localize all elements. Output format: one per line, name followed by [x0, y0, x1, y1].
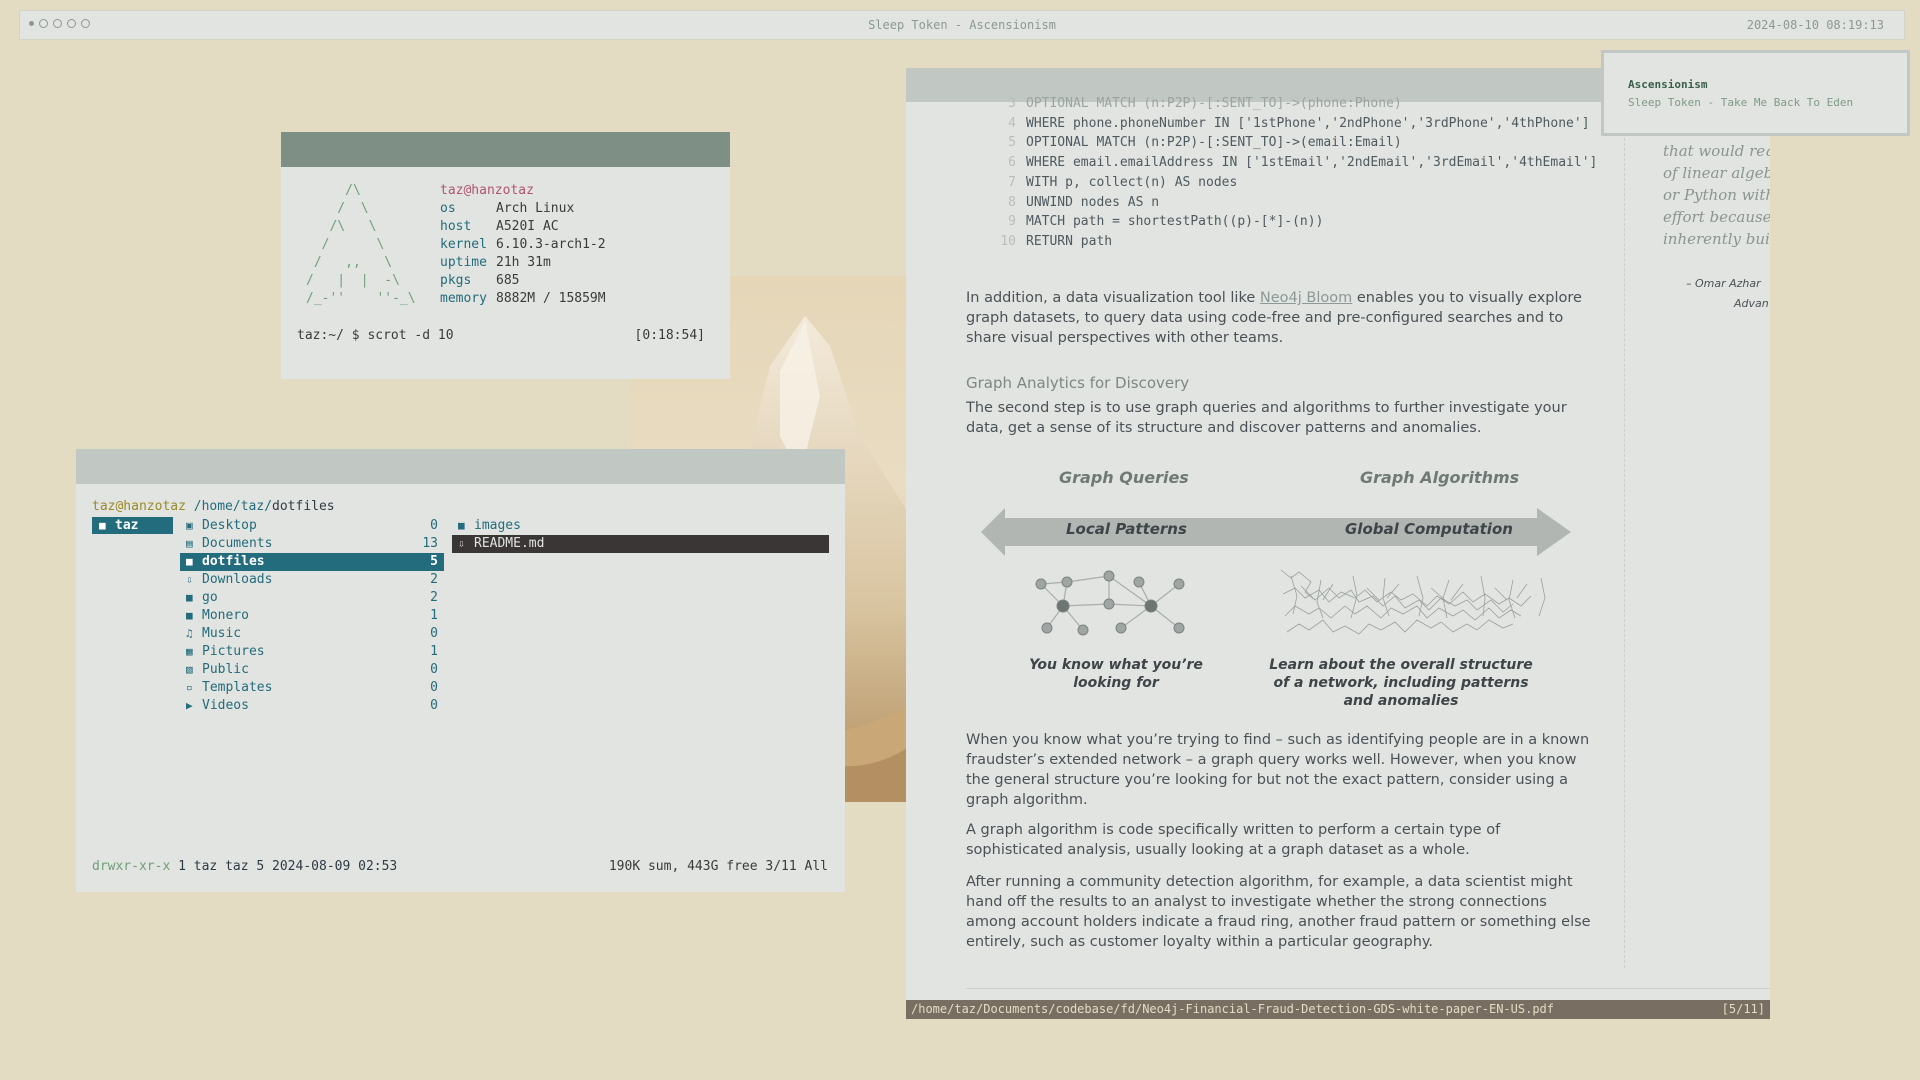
info-row: uptime 21h 31m [440, 255, 551, 270]
paragraph: When you know what you’re trying to find… [966, 732, 1590, 808]
user-host: taz@hanzotaz [440, 183, 534, 198]
notification-body: Sleep Token - Take Me Back To Eden [1628, 96, 1854, 109]
folder-icon: ■ [186, 555, 193, 568]
list-item[interactable]: ▦ Pictures 1 [180, 643, 444, 661]
window-titlebar[interactable] [281, 132, 730, 167]
info-row: kernel 6.10.3-arch1-2 [440, 237, 606, 252]
pdf-viewer-window[interactable]: 3 OPTIONAL MATCH (n:P2P)-[:SENT_TO]->(pho… [906, 68, 1770, 1019]
code-line: 9 MATCH path = shortestPath((p)-[*]-(n)) [1008, 214, 1324, 230]
directory-list: ▣ Desktop 0 ▤ Documents 13 ■ dotfiles 5 ⇩ Downl… [180, 517, 444, 715]
quote-attribution: – Omar Azhar Advan [1686, 277, 1769, 310]
list-item[interactable]: ■ Monero 1 [180, 607, 444, 625]
figure-title-right: Graph Algorithms [1360, 468, 1520, 487]
info-row: memory 8882M / 15859M [440, 291, 606, 306]
dir-summary: 190K sum, 443G free 3/11 All [608, 859, 828, 874]
clock: 2024-08-10 08:19:13 [1746, 18, 1884, 32]
pictures-icon: ▦ [186, 645, 193, 658]
code-listing: 3 OPTIONAL MATCH (n:P2P)-[:SENT_TO]->(pho… [996, 94, 1597, 252]
music-icon: ♫ [186, 627, 193, 640]
file-status: drwxr-xr-x 1 taz taz 5 2024-08-09 02:53 [92, 859, 398, 874]
neo4j-bloom-link[interactable]: Neo4j Bloom [1260, 290, 1352, 306]
code-line: 7 WITH p, collect(n) AS nodes [1008, 174, 1238, 190]
notification-title: Ascensionism [1628, 78, 1708, 91]
list-item[interactable]: ■ go 2 [180, 589, 444, 607]
documents-icon: ▤ [186, 537, 193, 550]
column-divider [1624, 128, 1625, 968]
figure-caption-left: You know what you’re looking for [1029, 657, 1203, 691]
section-heading: Graph Analytics for Discovery [966, 374, 1190, 392]
list-item-selected[interactable]: ■ dotfiles 5 [180, 553, 444, 571]
templates-icon: ▫ [186, 681, 193, 694]
code-line: 10 RETURN path [1000, 233, 1113, 249]
list-item[interactable]: ▣ Desktop 0 [180, 517, 444, 535]
desktop-icon: ▣ [186, 519, 193, 532]
current-path: taz@hanzotaz /home/taz/dotfiles [92, 499, 335, 514]
list-item[interactable]: ■ images [452, 517, 829, 535]
list-item[interactable]: ▶ Videos 0 [180, 697, 444, 715]
downloads-icon: ⇩ [186, 573, 193, 586]
top-bar: Sleep Token - Ascensionism 2024-08-10 08… [19, 10, 1905, 40]
paragraph: A graph algorithm is code specifically w… [966, 822, 1501, 858]
download-file-icon: ⇩ [458, 537, 465, 550]
parent-dir-item[interactable]: ■ taz [92, 517, 173, 534]
list-item-selected[interactable]: ⇩ README.md [452, 535, 829, 553]
code-line: 4 WHERE phone.phoneNumber IN ['1stPhone',… [1008, 115, 1590, 131]
folder-icon: ■ [186, 591, 193, 604]
file-manager-window[interactable]: taz@hanzotaz /home/taz/dotfiles ■ taz ▣ De… [76, 449, 845, 892]
list-item[interactable]: ▤ Documents 13 [180, 535, 444, 553]
window-titlebar[interactable] [76, 449, 845, 484]
code-line: 8 UNWIND nodes AS n [1008, 194, 1160, 210]
folder-icon: ■ [99, 519, 106, 532]
list-item[interactable]: ⇩ Downloads 2 [180, 571, 444, 589]
paragraph: In addition, a data visualization tool l… [966, 290, 1582, 346]
music-notification[interactable]: Ascensionism Sleep Token - Take Me Back … [1601, 50, 1910, 136]
command-time: [0:18:54] [634, 328, 705, 343]
code-line: 5 OPTIONAL MATCH (n:P2P)-[:SENT_TO]->(ema… [1008, 135, 1402, 151]
list-item[interactable]: ▧ Public 0 [180, 661, 444, 679]
system-info: taz@hanzotaz os Arch Linux host A520I AC k… [440, 182, 606, 308]
paragraph: After running a community detection algo… [966, 874, 1591, 950]
list-item[interactable]: ♫ Music 0 [180, 625, 444, 643]
info-row: pkgs 685 [440, 273, 520, 288]
preview-column: ■ images ⇩ README.md [452, 517, 829, 553]
figure-band-left: Local Patterns [1066, 520, 1187, 538]
now-playing-title: Sleep Token - Ascensionism [868, 18, 1056, 32]
arch-logo-ascii: /\ / \ /\ \ / \ / ,, \ / | | -\ /_-'' ''… [306, 183, 416, 306]
info-row: host A520I AC [440, 219, 559, 234]
shell-prompt[interactable]: taz:~/ $ scrot -d 10 [297, 328, 454, 343]
pdf-statusbar: /home/taz/Documents/codebase/fd/Neo4j-Fi… [906, 1000, 1770, 1019]
paragraph: The second step is to use graph queries … [966, 400, 1567, 436]
file-path: /home/taz/Documents/codebase/fd/Neo4j-Fi… [911, 1002, 1554, 1016]
page-indicator: [5/11] [1721, 1002, 1765, 1016]
parent-column: ■ taz [92, 517, 173, 534]
sidebar-quote: that would requ of linear algebr or Pyth… [1663, 142, 1770, 248]
code-line: 3 OPTIONAL MATCH (n:P2P)-[:SENT_TO]->(pho… [1008, 96, 1402, 111]
public-icon: ▧ [186, 663, 193, 676]
fetch-terminal-window[interactable]: /\ / \ /\ \ / \ / ,, \ / | | -\ /_-'' ''… [281, 132, 730, 379]
code-line: 6 WHERE email.emailAddress IN ['1stEmail'… [1008, 155, 1598, 171]
folder-icon: ■ [186, 609, 193, 622]
figure-caption-right: Learn about the overall structure of a n… [1269, 657, 1533, 709]
figure-band-right: Global Computation [1345, 520, 1513, 538]
info-row: os Arch Linux [440, 201, 575, 216]
figure-title-left: Graph Queries [1059, 468, 1189, 487]
page-rule [966, 988, 1770, 989]
list-item[interactable]: ▫ Templates 0 [180, 679, 444, 697]
videos-icon: ▶ [186, 699, 193, 712]
folder-icon: ■ [458, 519, 465, 532]
